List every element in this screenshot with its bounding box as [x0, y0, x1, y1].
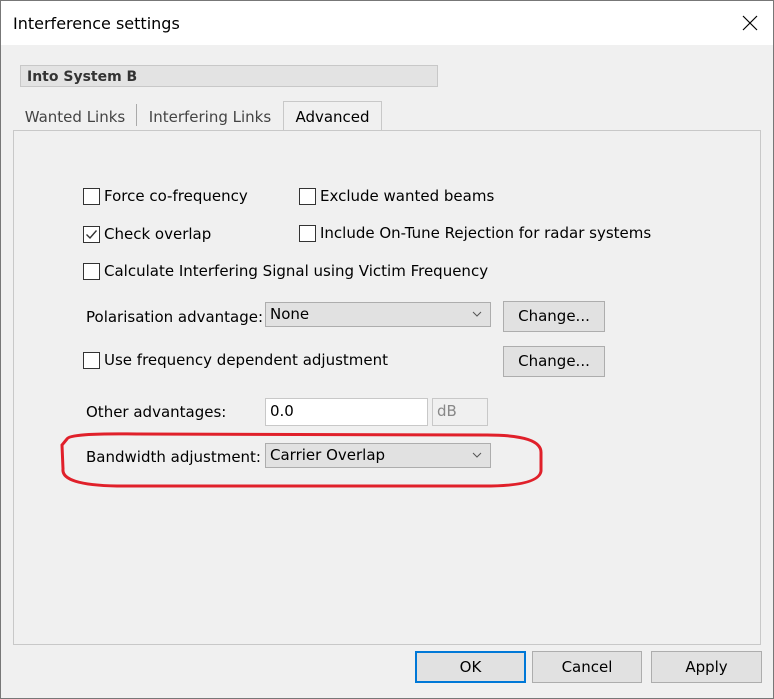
- use-freq-dependent-checkbox[interactable]: Use frequency dependent adjustment: [83, 351, 388, 369]
- close-button[interactable]: [727, 1, 773, 45]
- ok-button[interactable]: OK: [415, 651, 526, 683]
- advanced-panel: [13, 130, 761, 645]
- exclude-wanted-beams-checkbox[interactable]: Exclude wanted beams: [299, 187, 494, 205]
- tab-wanted-links[interactable]: Wanted Links: [15, 104, 135, 130]
- checkbox-label: Include On-Tune Rejection for radar syst…: [320, 224, 652, 242]
- system-label: Into System B: [20, 65, 438, 87]
- checkmark-icon: [86, 229, 98, 239]
- checkbox-box[interactable]: [299, 224, 316, 242]
- apply-button[interactable]: Apply: [651, 651, 762, 683]
- polarisation-change-button[interactable]: Change...: [503, 301, 605, 332]
- tab-advanced[interactable]: Advanced: [283, 101, 382, 131]
- chevron-down-icon: [472, 311, 482, 317]
- dialog-title: Interference settings: [13, 14, 180, 33]
- freq-dependent-change-button[interactable]: Change...: [503, 346, 605, 377]
- checkbox-label: Exclude wanted beams: [320, 187, 495, 205]
- checkbox-label: Force co-frequency: [104, 187, 248, 205]
- polarisation-select[interactable]: None: [265, 302, 491, 327]
- checkbox-box[interactable]: [83, 351, 100, 369]
- checkbox-box[interactable]: [83, 225, 100, 243]
- unit-label: dB: [432, 398, 488, 426]
- tab-interfering-links[interactable]: Interfering Links: [141, 104, 279, 130]
- checkbox-box[interactable]: [299, 187, 316, 205]
- checkbox-label: Check overlap: [104, 225, 212, 243]
- red-annotation-ellipse: [60, 432, 543, 488]
- other-advantages-input[interactable]: 0.0: [265, 398, 428, 426]
- interference-settings-dialog: Interference settings Into System B Want…: [0, 0, 774, 699]
- cancel-button[interactable]: Cancel: [532, 651, 642, 683]
- include-on-tune-rejection-checkbox[interactable]: Include On-Tune Rejection for radar syst…: [299, 224, 651, 242]
- other-advantages-label: Other advantages:: [86, 403, 227, 421]
- tab-divider: [136, 104, 137, 126]
- checkbox-label: Use frequency dependent adjustment: [104, 351, 389, 369]
- title-bar: Interference settings: [1, 1, 773, 45]
- check-overlap-checkbox[interactable]: Check overlap: [83, 225, 211, 243]
- calculate-victim-frequency-checkbox[interactable]: Calculate Interfering Signal using Victi…: [83, 262, 488, 280]
- checkbox-box[interactable]: [83, 262, 100, 280]
- polarisation-label: Polarisation advantage:: [86, 308, 264, 326]
- checkbox-box[interactable]: [83, 187, 100, 205]
- force-cofrequency-checkbox[interactable]: Force co-frequency: [83, 187, 248, 205]
- close-icon: [742, 15, 758, 31]
- polarisation-value: None: [270, 305, 310, 323]
- checkbox-label: Calculate Interfering Signal using Victi…: [104, 262, 489, 280]
